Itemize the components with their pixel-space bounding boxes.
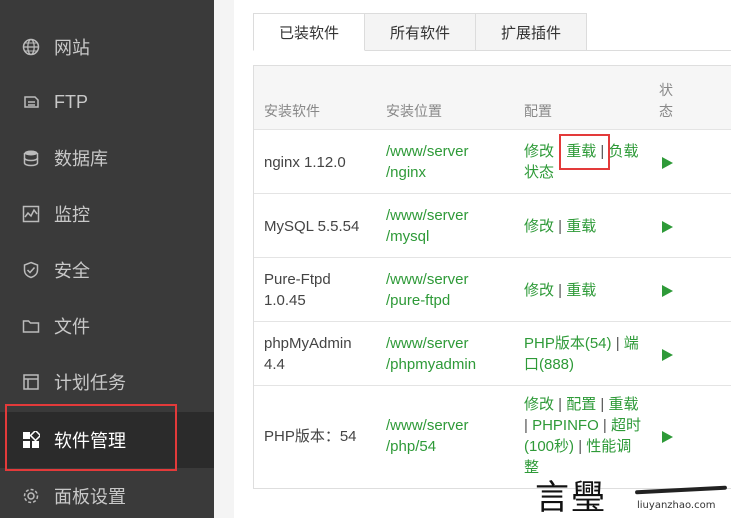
sidebar-item-panel-settings[interactable]: 面板设置 xyxy=(0,468,214,518)
reload-highlight-box xyxy=(559,134,610,170)
software-name: MySQL 5.5.54 xyxy=(264,218,360,235)
sidebar-highlight-box xyxy=(5,404,177,471)
config-links: PHP版本(54) | 端口(888) xyxy=(524,335,639,373)
database-icon xyxy=(22,149,40,167)
ftp-icon xyxy=(22,93,40,111)
table-row: phpMyAdmin 4.4 /www/server /phpmyadmin P… xyxy=(254,322,731,386)
play-icon[interactable] xyxy=(662,157,673,169)
globe-icon xyxy=(22,38,40,56)
sidebar-item-label: 监控 xyxy=(54,205,90,225)
sidebar-item-label: 数据库 xyxy=(54,149,108,169)
install-path[interactable]: /www/server /phpmyadmin xyxy=(386,333,476,375)
watermark: 言璺 liuyanzhao.com xyxy=(535,470,731,518)
install-path[interactable]: /www/server /nginx xyxy=(386,141,469,183)
table-header: 安装软件 安装位置 配置 状 态 xyxy=(254,66,731,130)
software-name: nginx 1.12.0 xyxy=(264,154,346,171)
modify-link[interactable]: 修改 xyxy=(524,218,554,235)
play-icon[interactable] xyxy=(662,285,673,297)
sidebar-item-database[interactable]: 数据库 xyxy=(0,130,214,186)
software-name: Pure-Ftpd 1.0.45 xyxy=(264,271,331,309)
sidebar-item-label: FTP xyxy=(54,91,88,112)
header-software: 安装软件 xyxy=(264,103,320,119)
sidebar-item-ftp[interactable]: FTP xyxy=(0,74,214,130)
content-gutter xyxy=(214,0,234,518)
software-tabs: 已装软件 所有软件 扩展插件 xyxy=(253,13,588,51)
software-name: phpMyAdmin 4.4 xyxy=(264,335,352,373)
table-row: nginx 1.12.0 /www/server /nginx 修改 | 重载 … xyxy=(254,130,731,194)
gear-icon xyxy=(22,487,40,505)
shield-icon xyxy=(22,261,40,279)
watermark-url: liuyanzhao.com xyxy=(637,500,716,511)
install-path[interactable]: /www/server /php/54 xyxy=(386,415,469,457)
header-status-2: 态 xyxy=(659,103,673,119)
reload-link[interactable]: 重载 xyxy=(566,218,596,235)
installed-software-table: 安装软件 安装位置 配置 状 态 nginx 1.12.0 /www/serve… xyxy=(253,65,731,489)
reload-link[interactable]: 重载 xyxy=(609,396,639,413)
sidebar-item-label: 计划任务 xyxy=(54,373,126,393)
tab-extensions[interactable]: 扩展插件 xyxy=(476,13,588,51)
sidebar-item-label: 安全 xyxy=(54,261,90,281)
sidebar-item-label: 网站 xyxy=(54,38,90,58)
install-path[interactable]: /www/server /mysql xyxy=(386,205,469,247)
config-link[interactable]: 配置 xyxy=(566,396,596,413)
modify-link[interactable]: 修改 xyxy=(524,396,554,413)
sidebar-item-label: 面板设置 xyxy=(54,487,126,507)
sidebar-item-tasks[interactable]: 计划任务 xyxy=(0,354,214,410)
table-row: Pure-Ftpd 1.0.45 /www/server /pure-ftpd … xyxy=(254,258,731,322)
sidebar-item-files[interactable]: 文件 xyxy=(0,298,214,354)
sidebar-item-security[interactable]: 安全 xyxy=(0,242,214,298)
config-links: 修改 | 配置 | 重载 | PHPINFO | 超时(100秒) | 性能调整 xyxy=(524,396,642,476)
header-location: 安装位置 xyxy=(386,103,442,119)
folder-icon xyxy=(22,317,40,335)
sidebar-item-label: 文件 xyxy=(54,317,90,337)
tabs-underline xyxy=(585,50,731,51)
header-status-1: 状 xyxy=(659,82,673,98)
play-icon[interactable] xyxy=(662,221,673,233)
modify-link[interactable]: 修改 xyxy=(524,282,554,299)
tab-installed[interactable]: 已装软件 xyxy=(253,13,366,51)
phpinfo-link[interactable]: PHPINFO xyxy=(532,417,599,434)
play-icon[interactable] xyxy=(662,349,673,361)
monitor-icon xyxy=(22,205,40,223)
sidebar-item-website[interactable]: 网站 xyxy=(0,19,214,75)
header-config: 配置 xyxy=(524,103,552,119)
table-row: MySQL 5.5.54 /www/server /mysql 修改 | 重载 xyxy=(254,194,731,258)
software-name: PHP版本：54 xyxy=(264,428,357,445)
reload-link[interactable]: 重载 xyxy=(566,282,596,299)
install-path[interactable]: /www/server /pure-ftpd xyxy=(386,269,469,311)
play-icon[interactable] xyxy=(662,431,673,443)
modify-link[interactable]: 修改 xyxy=(524,143,554,160)
config-links: 修改 | 重载 xyxy=(524,218,597,235)
task-icon xyxy=(22,373,40,391)
watermark-brush-stroke xyxy=(634,485,728,495)
php-version-link[interactable]: PHP版本(54) xyxy=(524,335,612,352)
watermark-logo: 言璺 xyxy=(535,478,607,518)
config-links: 修改 | 重载 xyxy=(524,282,597,299)
tab-all-software[interactable]: 所有软件 xyxy=(365,13,477,51)
sidebar-item-monitor[interactable]: 监控 xyxy=(0,186,214,242)
